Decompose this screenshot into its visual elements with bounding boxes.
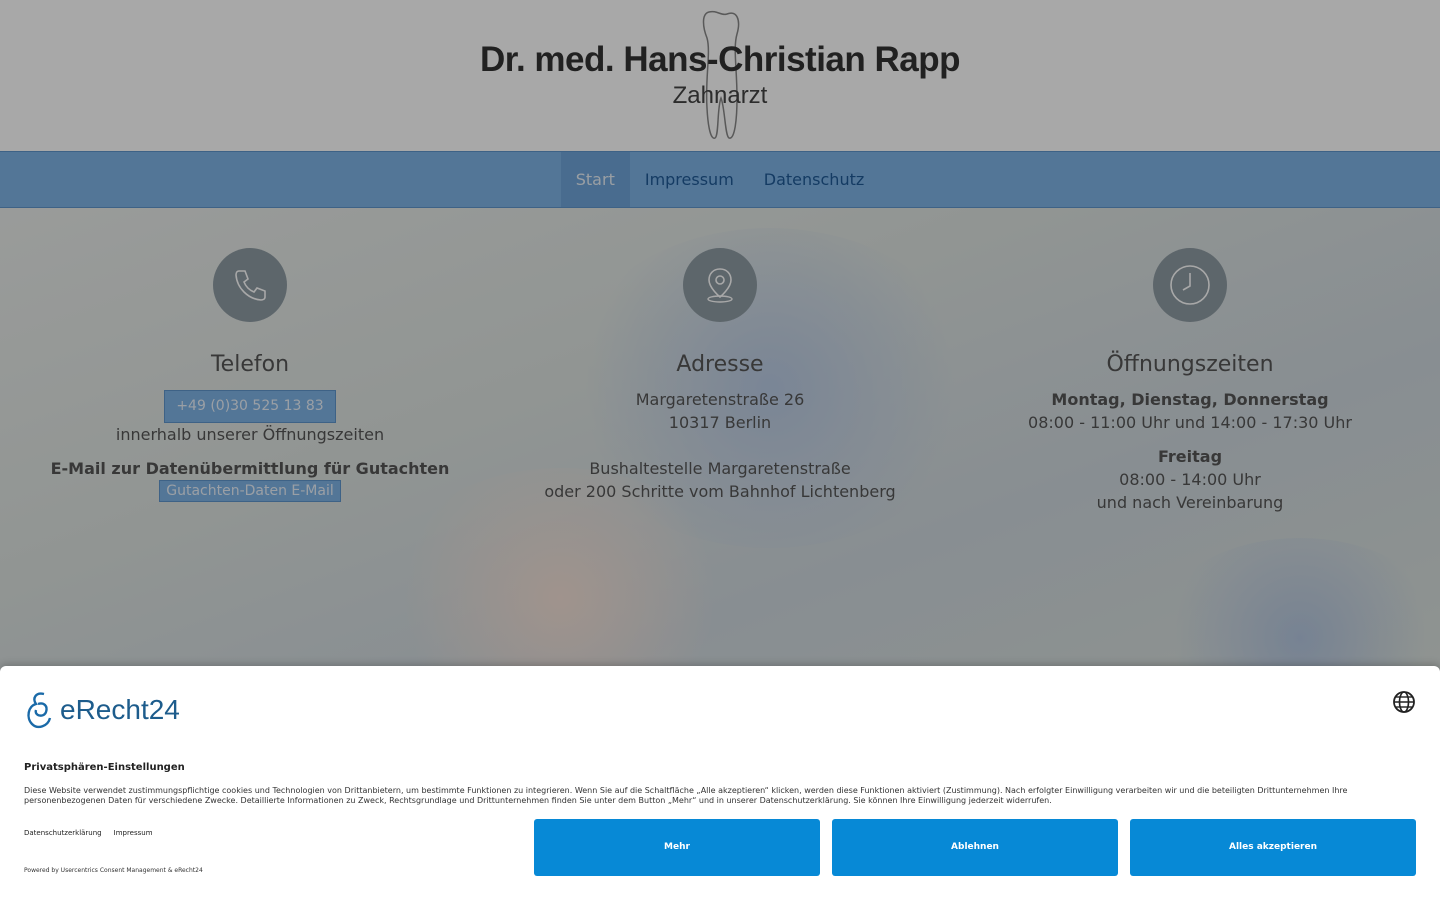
erecht24-logo-icon xyxy=(27,692,52,729)
decline-button[interactable]: Ablehnen xyxy=(832,819,1118,876)
brand-text: eRecht24 xyxy=(60,694,180,725)
consent-title: Privatsphären-Einstellungen xyxy=(24,762,185,773)
accept-all-button[interactable]: Alles akzeptieren xyxy=(1130,819,1416,876)
erecht24-logo: eRecht24 xyxy=(24,690,180,730)
cookie-consent-banner: eRecht24 Privatsphären-Einstellungen Die… xyxy=(0,666,1440,900)
more-button[interactable]: Mehr xyxy=(534,819,820,876)
powered-by-text: Powered by Usercentrics Consent Manageme… xyxy=(24,867,203,874)
language-globe-icon[interactable] xyxy=(1392,690,1416,714)
privacy-policy-link[interactable]: Datenschutzerklärung xyxy=(24,829,102,837)
consent-text: Diese Website verwendet zustimmungspflic… xyxy=(24,786,1348,805)
consent-links: Datenschutzerklärung Impressum xyxy=(24,829,153,837)
imprint-link[interactable]: Impressum xyxy=(114,829,153,837)
